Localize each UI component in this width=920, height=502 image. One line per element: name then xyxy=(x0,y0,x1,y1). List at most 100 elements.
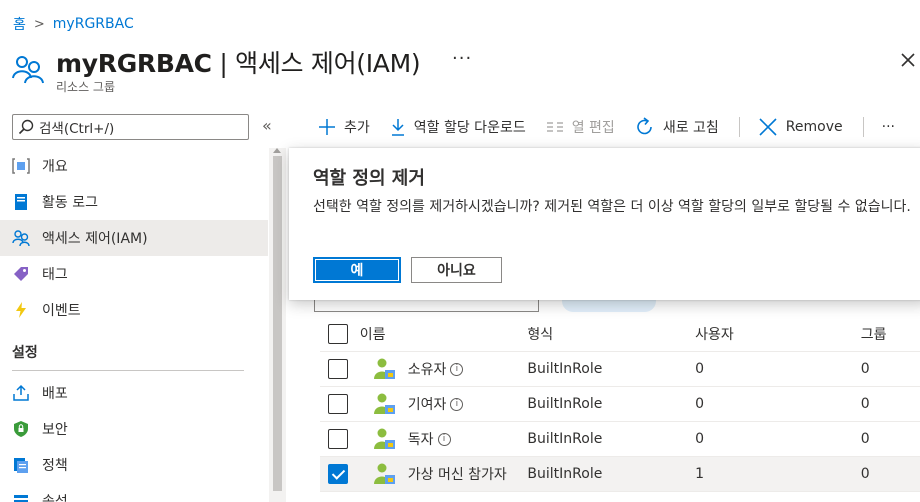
sidebar-item-label: 배포 xyxy=(42,386,68,402)
table-row-selected[interactable]: 가상 머신 참가자 BuiltInRole 1 0 xyxy=(320,457,920,492)
table-row[interactable]: 소유자 i BuiltInRole 0 0 xyxy=(320,352,920,387)
row-checkbox-checked[interactable] xyxy=(328,464,348,484)
role-name-cell[interactable]: 소유자 i xyxy=(360,357,528,381)
remove-role-dialog: 역할 정의 제거 선택한 역할 정의를 제거하시겠습니까? 제거된 역할은 더 … xyxy=(289,148,920,300)
role-type: BuiltInRole xyxy=(527,431,603,447)
scrollbar-thumb[interactable] xyxy=(273,156,282,491)
breadcrumb: 홈 > myRGRBAC xyxy=(13,14,134,34)
row-checkbox[interactable] xyxy=(328,429,348,449)
role-name: 소유자 xyxy=(407,362,447,378)
scroll-up-icon[interactable] xyxy=(273,148,281,153)
toolbar-divider xyxy=(862,117,864,137)
role-icon xyxy=(373,393,395,414)
role-icon xyxy=(373,463,395,484)
command-bar: 추가 역할 할당 다운로드 열 편집 새로 고침 Remove ··· xyxy=(318,114,915,140)
info-icon[interactable]: i xyxy=(437,432,451,446)
roles-table: 이름 형식 사용자 그룹 소유자 i BuiltInRole 0 0 기여자 i… xyxy=(320,316,920,492)
iam-users-icon xyxy=(12,56,44,84)
row-checkbox[interactable] xyxy=(328,359,348,379)
sidebar-item-properties[interactable]: 속성 xyxy=(0,483,268,502)
deployment-icon xyxy=(12,384,30,402)
search-icon xyxy=(18,119,34,135)
role-groups-count: 0 xyxy=(860,361,870,377)
refresh-button[interactable]: 새로 고침 xyxy=(635,117,719,137)
sidebar-item-label: 이벤트 xyxy=(42,303,81,319)
sidebar-item-label: 활동 로그 xyxy=(42,195,98,211)
table-row[interactable]: 독자 i BuiltInRole 0 0 xyxy=(320,422,920,457)
sidebar-item-overview[interactable]: 개요 xyxy=(0,148,268,184)
role-users-count: 0 xyxy=(695,396,705,412)
column-header-name[interactable]: 이름 xyxy=(360,324,528,344)
confirm-no-button[interactable]: 아니요 xyxy=(411,257,502,283)
sidebar-item-label: 액세스 제어(IAM) xyxy=(42,231,148,247)
sidebar-item-events[interactable]: 이벤트 xyxy=(0,292,268,328)
confirm-yes-button[interactable]: 예 xyxy=(313,257,401,283)
search-input[interactable]: 검색(Ctrl+/) xyxy=(12,114,249,140)
add-button[interactable]: 추가 xyxy=(318,117,370,137)
role-name: 가상 머신 참가자 xyxy=(407,467,507,483)
sidebar-item-label: 속성 xyxy=(42,494,68,502)
sidebar-item-deployments[interactable]: 배포 xyxy=(0,375,268,411)
properties-icon xyxy=(12,492,30,502)
page-subtitle: 리소스 그룹 xyxy=(56,80,116,94)
close-icon[interactable] xyxy=(898,50,918,70)
edit-columns-label: 열 편집 xyxy=(571,120,615,136)
role-icon xyxy=(373,428,395,449)
role-name: 독자 xyxy=(407,432,434,448)
column-header-users[interactable]: 사용자 xyxy=(695,324,861,344)
role-users-count: 1 xyxy=(695,466,705,482)
role-type: BuiltInRole xyxy=(527,396,603,412)
role-type: BuiltInRole xyxy=(527,466,603,482)
sidebar-divider xyxy=(12,370,244,371)
sidebar-scrollbar[interactable] xyxy=(269,148,286,502)
download-assignments-button[interactable]: 역할 할당 다운로드 xyxy=(390,117,526,137)
table-header: 이름 형식 사용자 그룹 xyxy=(320,316,920,352)
page-title: myRGRBAC | 액세스 제어(IAM) xyxy=(56,44,421,80)
role-users-count: 0 xyxy=(695,431,705,447)
row-checkbox[interactable] xyxy=(328,394,348,414)
more-options-button[interactable]: ··· xyxy=(452,48,472,69)
dialog-message: 선택한 역할 정의를 제거하시겠습니까? 제거된 역할은 더 이상 역할 할당의… xyxy=(313,199,911,215)
columns-icon xyxy=(546,122,563,132)
breadcrumb-separator-icon: > xyxy=(33,16,45,32)
column-header-type[interactable]: 형식 xyxy=(527,324,695,344)
role-type: BuiltInRole xyxy=(527,361,603,377)
role-groups-count: 0 xyxy=(860,431,870,447)
tag-icon xyxy=(12,265,30,283)
role-groups-count: 0 xyxy=(860,396,870,412)
role-groups-count: 0 xyxy=(860,466,870,482)
edit-columns-button[interactable]: 열 편집 xyxy=(546,117,615,137)
policy-icon xyxy=(12,456,30,474)
event-icon xyxy=(12,301,30,319)
sidebar-item-security[interactable]: 보안 xyxy=(0,411,268,447)
refresh-icon xyxy=(637,117,652,135)
info-icon[interactable]: i xyxy=(450,397,464,411)
sidebar-item-tags[interactable]: 태그 xyxy=(0,256,268,292)
page-title-section: | 액세스 제어(IAM) xyxy=(211,49,421,78)
search-placeholder: 검색(Ctrl+/) xyxy=(39,121,115,137)
info-icon[interactable]: i xyxy=(450,362,464,376)
remove-label: Remove xyxy=(785,119,843,135)
plus-icon xyxy=(319,119,335,135)
role-name-cell[interactable]: 가상 머신 참가자 xyxy=(360,462,528,486)
role-users-count: 0 xyxy=(695,361,705,377)
security-icon xyxy=(12,420,30,438)
breadcrumb-home-link[interactable]: 홈 xyxy=(13,14,26,34)
remove-icon xyxy=(759,118,777,136)
table-row[interactable]: 기여자 i BuiltInRole 0 0 xyxy=(320,387,920,422)
remove-button[interactable]: Remove xyxy=(758,117,843,137)
column-header-groups[interactable]: 그룹 xyxy=(861,324,920,344)
collapse-menu-button[interactable]: « xyxy=(262,116,272,135)
toolbar-more-button[interactable]: ··· xyxy=(882,119,895,135)
sidebar-item-activity-log[interactable]: 활동 로그 xyxy=(0,184,268,220)
sidebar-item-iam[interactable]: 액세스 제어(IAM) xyxy=(0,220,268,256)
sidebar-item-label: 개요 xyxy=(42,159,68,175)
sidebar: 개요 활동 로그 액세스 제어(IAM) 태그 이벤트 설정 배포 보안 정책 … xyxy=(0,148,268,502)
resource-group-icon xyxy=(12,157,30,175)
role-name-cell[interactable]: 독자 i xyxy=(360,427,528,451)
sidebar-item-policies[interactable]: 정책 xyxy=(0,447,268,483)
download-icon xyxy=(391,119,404,136)
role-name-cell[interactable]: 기여자 i xyxy=(360,392,528,416)
breadcrumb-current-link[interactable]: myRGRBAC xyxy=(53,16,134,32)
select-all-checkbox[interactable] xyxy=(328,323,348,344)
